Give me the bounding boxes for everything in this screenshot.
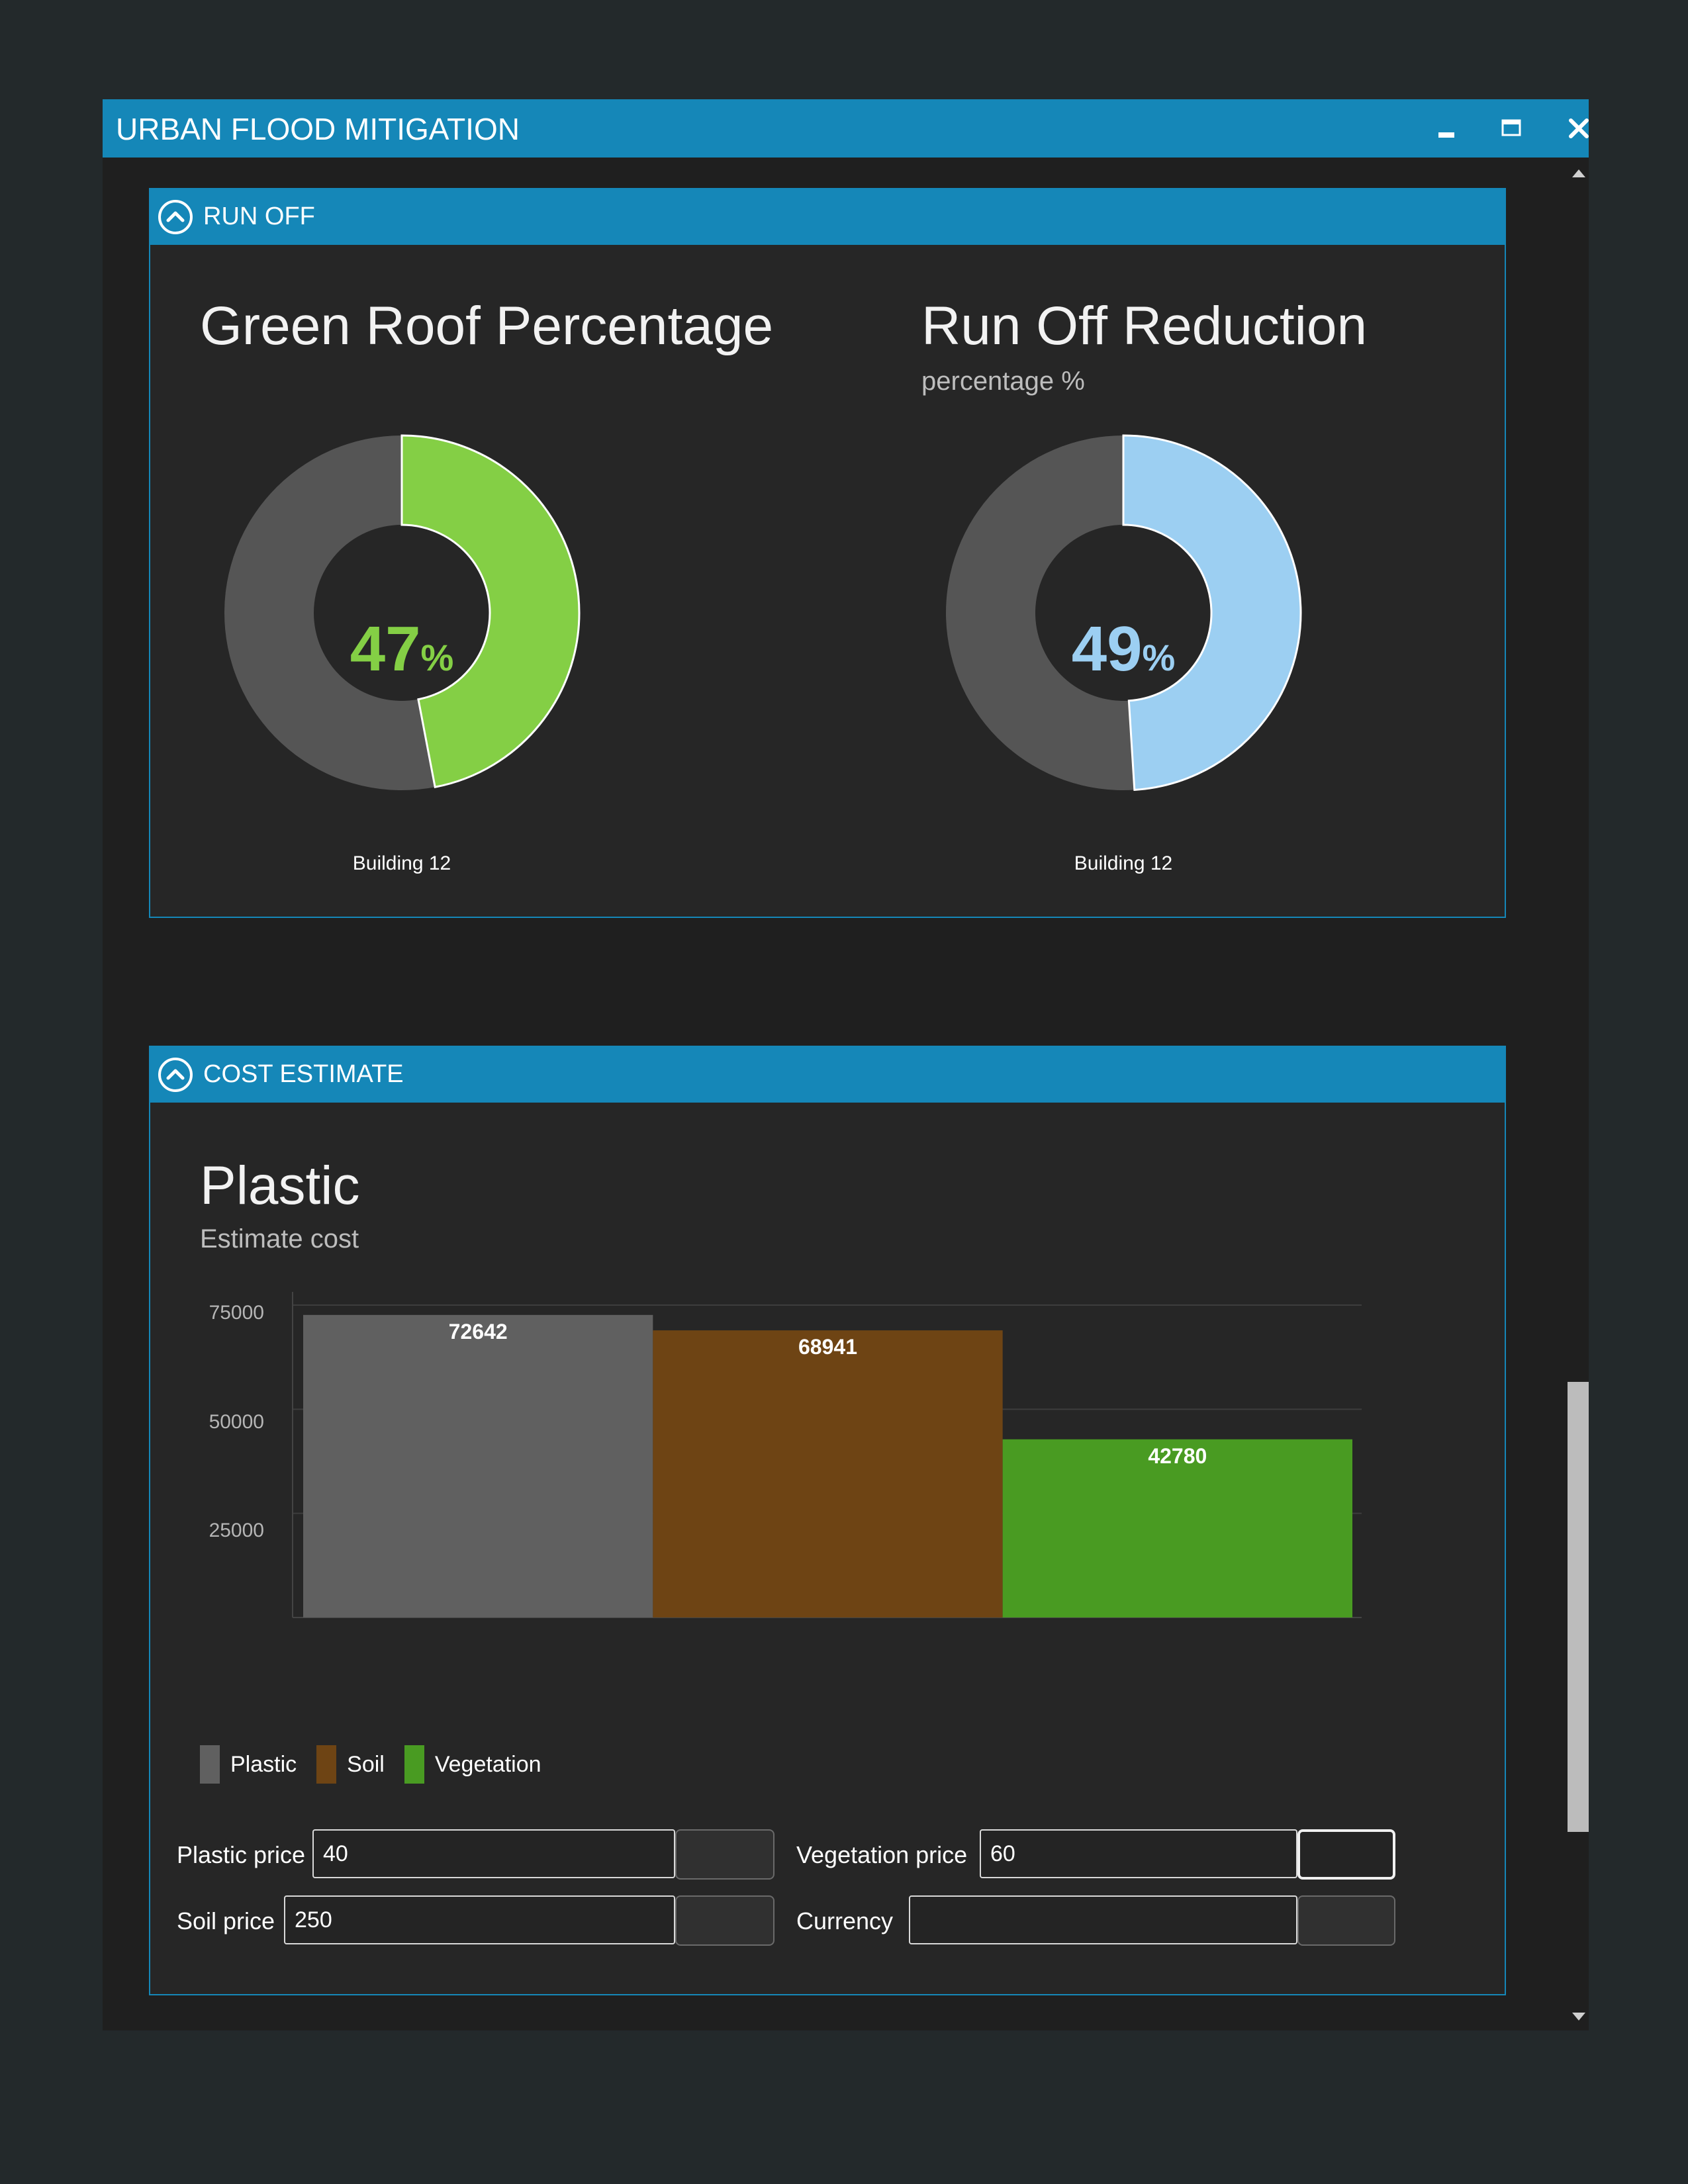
scroll-down-arrow-icon[interactable]	[1568, 2007, 1590, 2027]
plastic-price-button[interactable]	[675, 1829, 774, 1880]
legend-item-vegetation: Vegetation	[404, 1745, 541, 1784]
runoff-reduction-value-unit: %	[1142, 637, 1176, 678]
currency-input[interactable]	[909, 1895, 1297, 1944]
vegetation-price-input[interactable]	[980, 1829, 1297, 1878]
cost-chart-title: Plastic	[200, 1156, 360, 1216]
cost-bar-chart: 72642 68941 42780	[292, 1292, 1362, 1618]
maximize-button[interactable]	[1493, 110, 1530, 147]
vegetation-price-label: Vegetation price	[796, 1841, 968, 1868]
chevron-up-circle-icon[interactable]	[157, 199, 194, 236]
close-button[interactable]	[1560, 110, 1597, 147]
cost-estimate-section: COST ESTIMATE Plastic Estimate cost 7500…	[149, 1046, 1506, 1995]
bar-value-label-soil: 68941	[798, 1335, 857, 1359]
minimize-icon	[1438, 132, 1454, 138]
legend-label-vegetation: Vegetation	[434, 1751, 541, 1777]
runoff-reduction-title: Run Off Reduction	[921, 296, 1368, 356]
runoff-section-header[interactable]: RUN OFF	[150, 189, 1505, 245]
bar-soil[interactable]	[653, 1330, 1003, 1617]
vegetation-price-button[interactable]	[1297, 1829, 1395, 1880]
cost-section-title: COST ESTIMATE	[203, 1060, 404, 1088]
bar-plastic[interactable]	[303, 1314, 653, 1617]
chevron-up-circle-icon[interactable]	[157, 1056, 194, 1093]
runoff-reduction-building-label: Building 12	[1074, 852, 1173, 874]
runoff-reduction-value: 49%	[1024, 613, 1223, 686]
minimize-button[interactable]	[1427, 110, 1464, 147]
legend-swatch-vegetation	[404, 1745, 424, 1784]
plastic-price-label: Plastic price	[177, 1841, 306, 1868]
runoff-reduction-value-number: 49	[1071, 614, 1143, 684]
y-tick-50000: 50000	[209, 1411, 264, 1433]
window-title: URBAN FLOOD MITIGATION	[116, 112, 520, 146]
legend-item-soil: Soil	[316, 1745, 385, 1784]
scroll-up-arrow-icon[interactable]	[1568, 163, 1590, 183]
maximize-icon	[1501, 119, 1521, 136]
title-bar[interactable]: URBAN FLOOD MITIGATION	[103, 99, 1589, 158]
runoff-section-title: RUN OFF	[203, 203, 315, 230]
legend-label-soil: Soil	[347, 1751, 385, 1777]
green-roof-building-label: Building 12	[352, 852, 451, 874]
app-window: URBAN FLOOD MITIGATION RUN OFF Green Roo…	[103, 99, 1589, 2030]
currency-label: Currency	[796, 1907, 894, 1934]
close-icon	[1569, 118, 1589, 138]
plastic-price-input[interactable]	[312, 1829, 675, 1878]
cost-section-header[interactable]: COST ESTIMATE	[150, 1047, 1505, 1103]
chart-legend: Plastic Soil Vegetation	[200, 1745, 561, 1784]
bar-value-label-plastic: 72642	[449, 1320, 508, 1343]
runoff-section: RUN OFF Green Roof Percentage 47% Buildi…	[149, 188, 1506, 918]
y-tick-25000: 25000	[209, 1520, 264, 1541]
scrollbar-thumb[interactable]	[1568, 1382, 1589, 1832]
legend-swatch-soil	[316, 1745, 337, 1784]
green-roof-value-unit: %	[420, 637, 454, 678]
green-roof-value: 47%	[303, 613, 501, 686]
soil-price-label: Soil price	[177, 1907, 275, 1934]
green-roof-value-number: 47	[350, 614, 421, 684]
bar-value-label-vegetation: 42780	[1148, 1444, 1207, 1468]
cost-chart-subtitle: Estimate cost	[200, 1224, 359, 1253]
currency-button[interactable]	[1297, 1895, 1395, 1946]
soil-price-input[interactable]	[284, 1895, 675, 1944]
scroll-content: RUN OFF Green Roof Percentage 47% Buildi…	[103, 158, 1589, 2030]
legend-swatch-plastic	[200, 1745, 220, 1784]
legend-item-plastic: Plastic	[200, 1745, 297, 1784]
legend-label-plastic: Plastic	[230, 1751, 297, 1777]
green-roof-title: Green Roof Percentage	[200, 296, 774, 356]
y-tick-75000: 75000	[209, 1302, 264, 1324]
soil-price-button[interactable]	[675, 1895, 774, 1946]
green-roof-donut-segment	[400, 434, 581, 789]
runoff-reduction-subtitle: percentage %	[921, 367, 1085, 396]
